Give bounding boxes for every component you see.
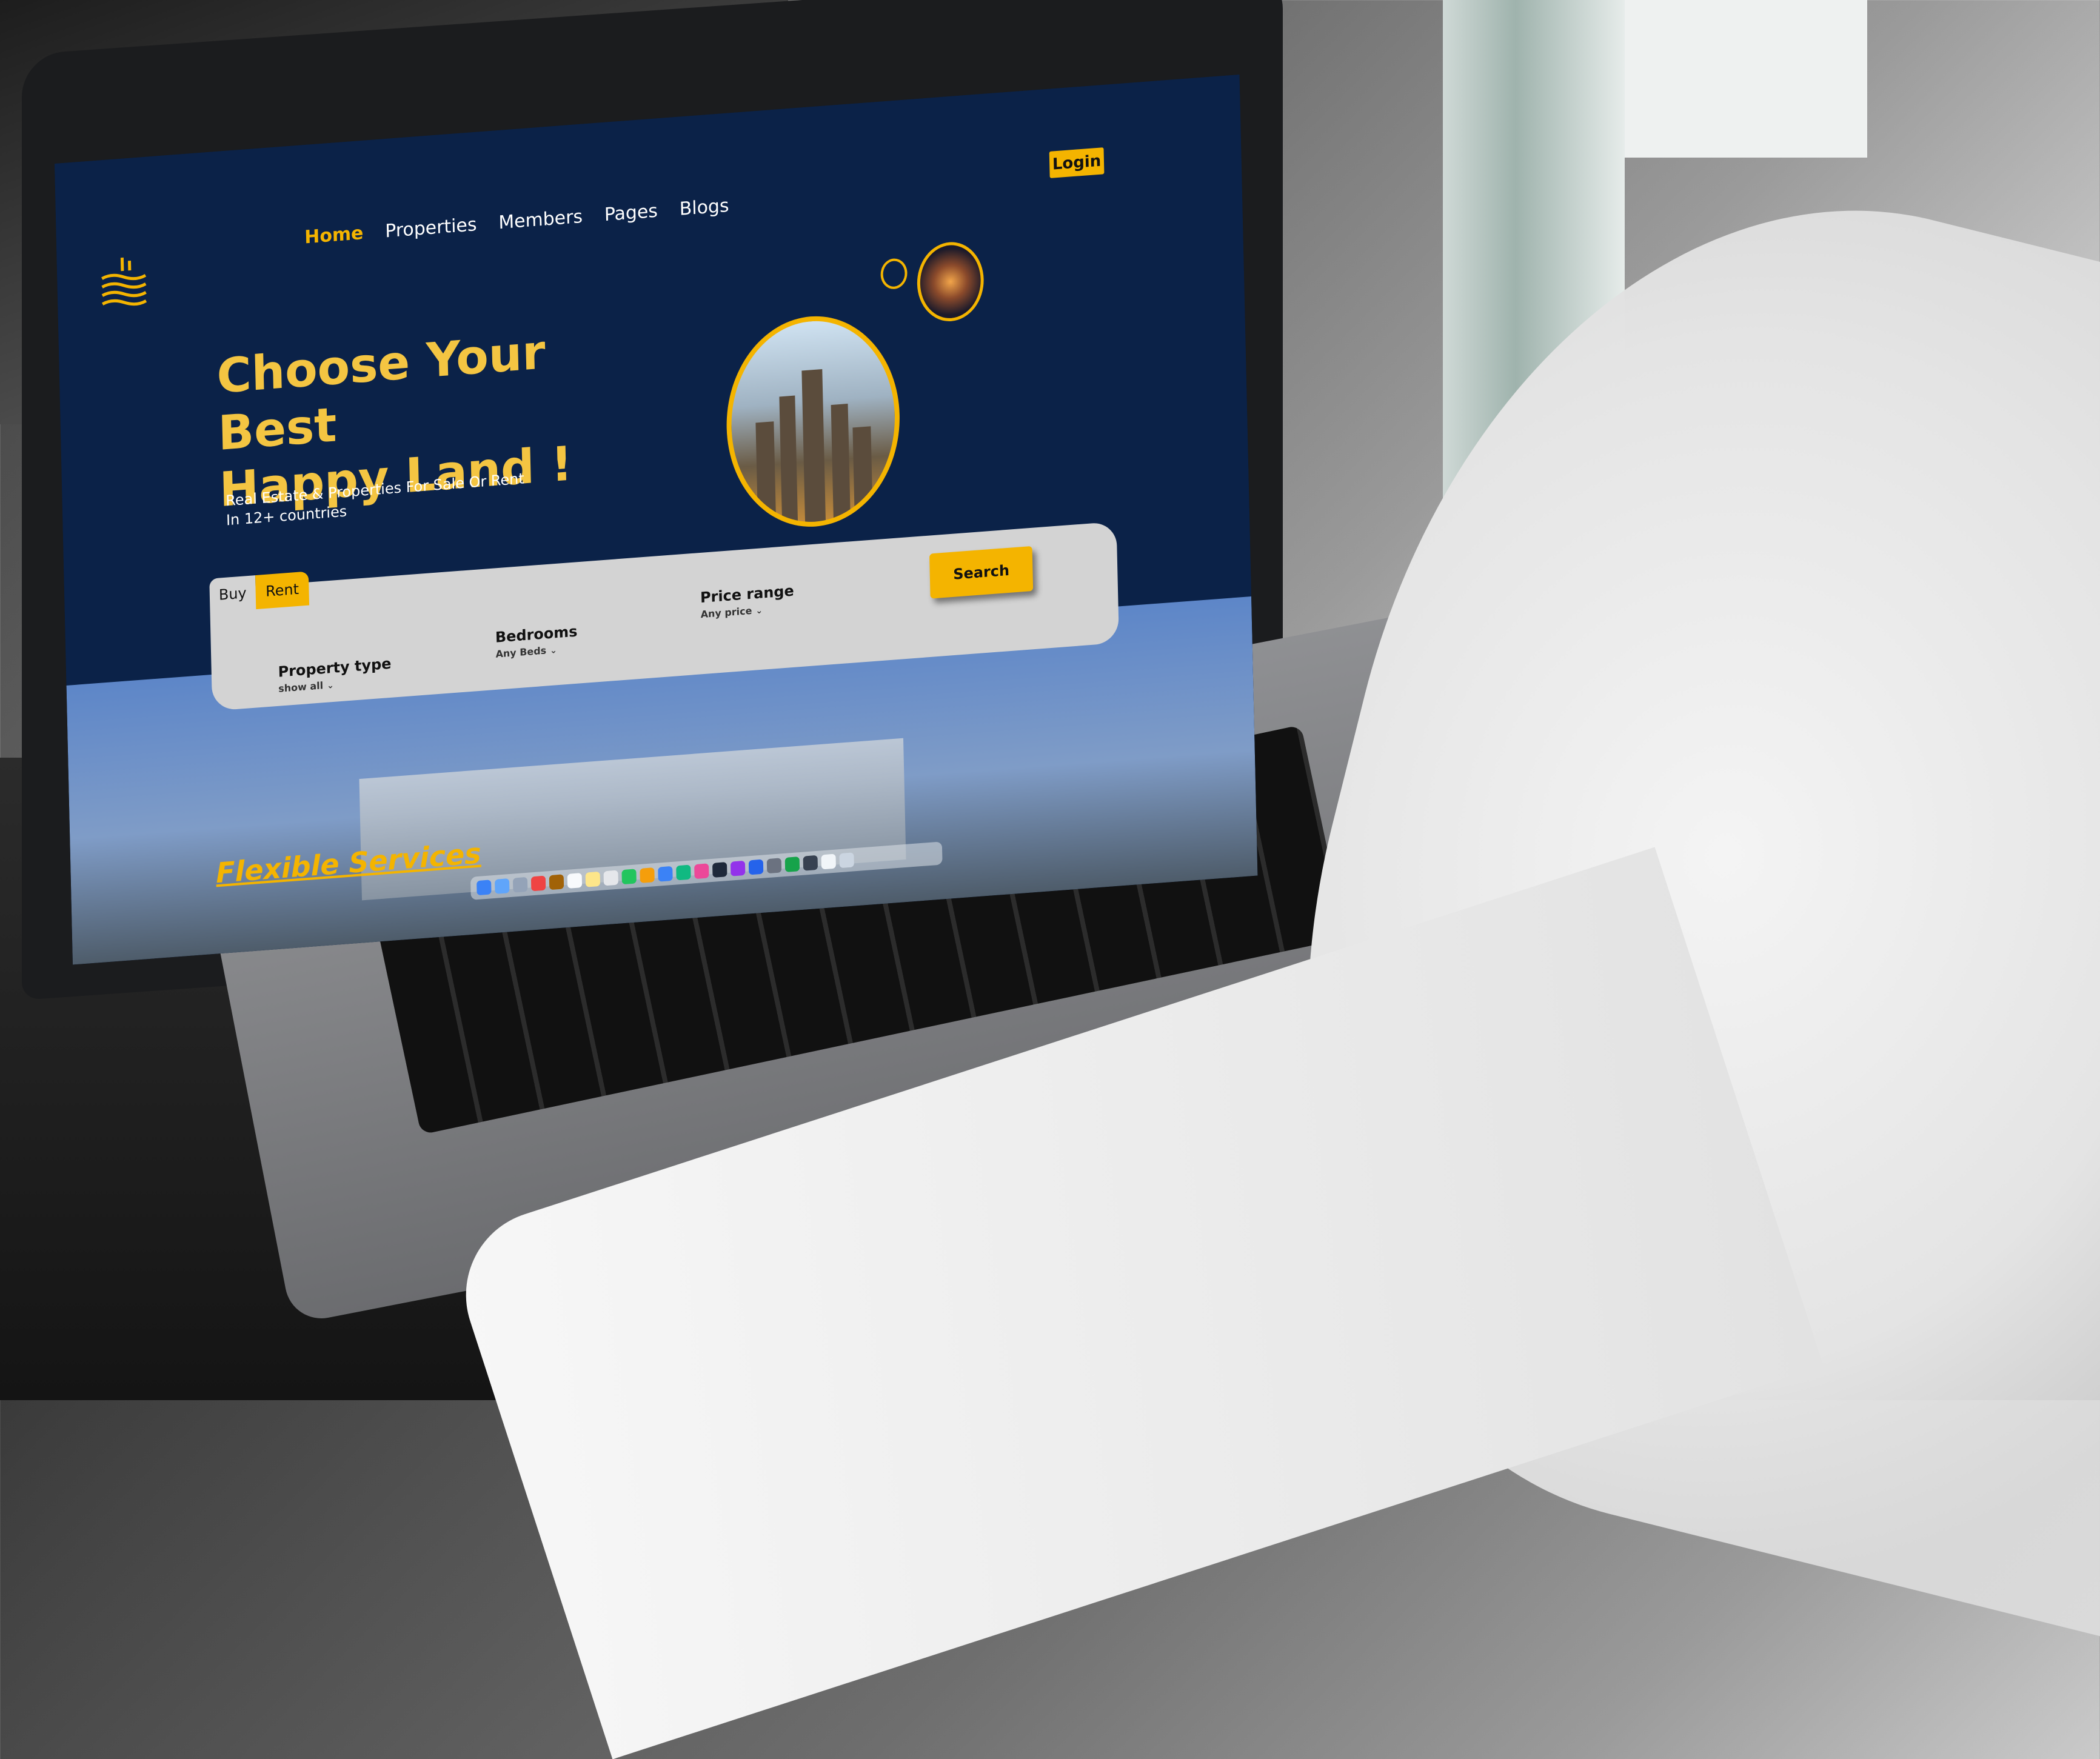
- chevron-down-icon: ⌄: [549, 646, 558, 656]
- nav-home[interactable]: Home: [304, 222, 364, 248]
- stacked-waves-logo-icon[interactable]: [99, 251, 149, 309]
- preview-icon[interactable]: [821, 853, 836, 870]
- calendar-icon[interactable]: [567, 873, 583, 889]
- maps-icon[interactable]: [621, 869, 637, 885]
- chevron-down-icon: ⌄: [755, 606, 763, 616]
- podcasts-icon[interactable]: [730, 860, 746, 876]
- bedrooms-select[interactable]: Bedrooms Any Beds ⌄: [495, 622, 578, 659]
- spotify-icon[interactable]: [784, 856, 800, 872]
- safari-icon[interactable]: [512, 876, 528, 893]
- laptop-screen: Home Properties Members Pages Blogs Logi…: [55, 75, 1258, 965]
- bedrooms-selected: Any Beds: [495, 644, 547, 660]
- terminal-icon[interactable]: [803, 855, 818, 871]
- tab-buy[interactable]: Buy: [209, 575, 256, 613]
- price-range-select[interactable]: Price range Any price ⌄: [700, 582, 795, 621]
- music-icon[interactable]: [694, 863, 709, 880]
- notes-icon[interactable]: [585, 871, 601, 887]
- bedrooms-label: Bedrooms: [495, 622, 578, 646]
- search-button[interactable]: Search: [929, 546, 1034, 599]
- tab-rent[interactable]: Rent: [255, 571, 310, 610]
- property-type-selected: show all: [278, 679, 324, 695]
- app-store-icon[interactable]: [748, 859, 764, 875]
- launchpad-icon[interactable]: [495, 878, 510, 894]
- finder-icon[interactable]: [477, 880, 492, 896]
- price-range-selected: Any price: [700, 604, 752, 621]
- nav-pages[interactable]: Pages: [604, 201, 658, 226]
- hero-title-line-1: Choose Your Best: [216, 325, 546, 461]
- chevron-down-icon: ⌄: [326, 680, 334, 691]
- lightroom-icon[interactable]: [712, 862, 727, 878]
- photos-icon[interactable]: [640, 867, 655, 883]
- messages-icon[interactable]: [658, 866, 673, 882]
- reminders-icon[interactable]: [603, 870, 618, 886]
- contacts-icon[interactable]: [549, 874, 564, 890]
- chrome-icon[interactable]: [530, 875, 546, 892]
- settings-icon[interactable]: [766, 858, 782, 874]
- facetime-icon[interactable]: [676, 864, 691, 881]
- trash-icon[interactable]: [839, 852, 854, 869]
- login-button[interactable]: Login: [1047, 145, 1106, 181]
- nav-blogs[interactable]: Blogs: [679, 195, 729, 220]
- property-type-select[interactable]: Property type show all ⌄: [278, 655, 392, 695]
